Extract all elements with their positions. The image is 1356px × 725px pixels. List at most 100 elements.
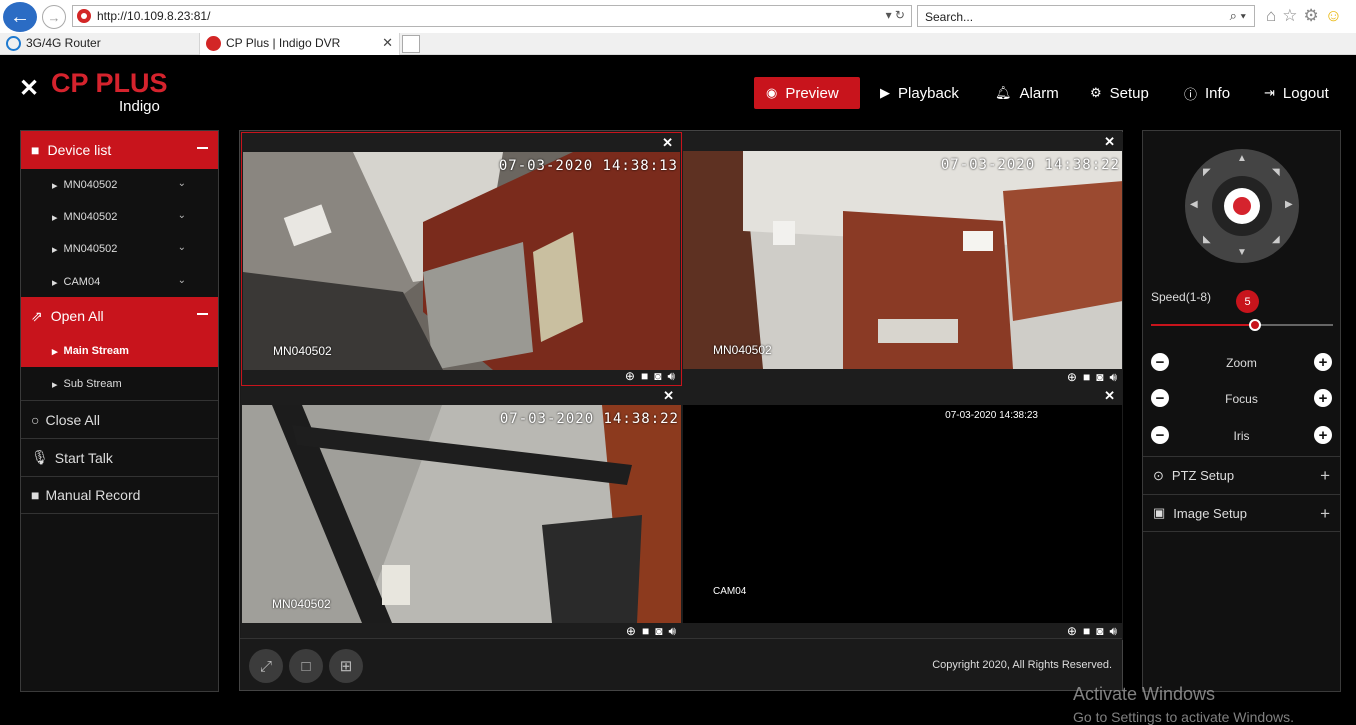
speed-slider[interactable] — [1151, 319, 1333, 331]
fullscreen-button[interactable]: ⤢ — [249, 649, 283, 683]
video-cell[interactable]: ✕ 07-03-2020 14:38:23 CAM04 ⊕ ■ ◙ 🔊︎ — [682, 386, 1123, 640]
copyright-text: Copyright 2020, All Rights Reserved. — [932, 659, 1112, 671]
close-all-button[interactable]: ○ Close All — [21, 400, 218, 438]
audio-icon[interactable]: 🔊︎ — [667, 369, 675, 384]
arrow-left-icon[interactable]: ◀ — [1190, 199, 1198, 210]
nav-logout[interactable]: ⇥ Logout — [1252, 77, 1341, 109]
snapshot-icon[interactable]: ◙ — [1096, 624, 1103, 639]
back-button[interactable]: ← — [3, 2, 37, 32]
zoom-in-button[interactable]: + — [1314, 353, 1332, 371]
refresh-icon[interactable]: ▾ ↻ — [886, 8, 905, 22]
arrow-right-icon[interactable]: ▶ — [1285, 199, 1293, 210]
ptz-center-button[interactable] — [1224, 188, 1260, 224]
device-list-header[interactable]: ■ Device list — [21, 131, 218, 169]
open-all-header[interactable]: ⇗ Open All — [21, 297, 218, 335]
site-favicon-icon — [77, 9, 91, 23]
activate-windows-subtitle: Go to Settings to activate Windows. — [1073, 709, 1294, 725]
tab-router[interactable]: 3G/4G Router — [0, 33, 200, 55]
search-input[interactable]: Search... ⌕ ▾ — [917, 5, 1255, 27]
zoom-in-icon[interactable]: ⊕ — [625, 369, 635, 384]
camera-image — [242, 405, 681, 623]
expand-icon[interactable]: + — [1320, 504, 1330, 524]
video-cell[interactable]: ✕ 07-03-2020 14:38:22 MN040502 ⊕ ■ ◙ 🔊︎ — [682, 132, 1123, 386]
sub-stream-item[interactable]: ▸ Sub Stream — [21, 368, 218, 400]
video-cell[interactable]: ✕ 07-03-2020 14:38:22 MN040502 ⊕ ■ ◙ 🔊︎ — [241, 386, 682, 640]
nav-info[interactable]: ⓘ Info — [1172, 77, 1242, 109]
nav-preview[interactable]: ◉ Preview — [754, 77, 860, 109]
device-item[interactable]: ▸ MN040502 ⌄ — [21, 233, 218, 265]
arrow-up-right-icon[interactable]: ◥ — [1272, 167, 1280, 178]
image-setup-section[interactable]: ▣ Image Setup + — [1143, 494, 1340, 532]
gear-icon[interactable]: ⚙ — [1304, 6, 1319, 26]
collapse-icon[interactable] — [197, 313, 208, 315]
arrow-up-left-icon[interactable]: ◤ — [1203, 167, 1211, 178]
logo-mark: ✕ — [19, 75, 40, 102]
zoom-in-icon[interactable]: ⊕ — [1067, 624, 1077, 639]
nav-setup[interactable]: ⚙ Setup — [1078, 77, 1161, 109]
start-talk-button[interactable]: 🎙︎ Start Talk — [21, 438, 218, 476]
audio-icon[interactable]: 🔊︎ — [1109, 624, 1117, 639]
sidebar: ■ Device list ▸ MN040502 ⌄ ▸ MN040502 ⌄ … — [20, 130, 219, 692]
home-icon[interactable]: ⌂ — [1266, 6, 1276, 26]
iris-plus-button[interactable]: + — [1314, 426, 1332, 444]
close-video-icon[interactable]: ✕ — [663, 388, 674, 404]
speed-slider-knob[interactable] — [1249, 319, 1261, 331]
zoom-in-icon[interactable]: ⊕ — [1067, 370, 1077, 385]
snapshot-icon[interactable]: ◙ — [1096, 370, 1103, 385]
browser-toolbar: ← → http://10.109.8.23:81/ ▾ ↻ Search...… — [0, 0, 1356, 33]
focus-plus-button[interactable]: + — [1314, 389, 1332, 407]
quad-view-button[interactable]: ⊞ — [329, 649, 363, 683]
address-bar[interactable]: http://10.109.8.23:81/ ▾ ↻ — [72, 5, 912, 27]
arrow-down-left-icon[interactable]: ◣ — [1203, 234, 1211, 245]
speed-slider-fill — [1151, 324, 1255, 326]
expand-icon[interactable]: + — [1320, 466, 1330, 486]
single-view-button[interactable]: □ — [289, 649, 323, 683]
audio-icon[interactable]: 🔊︎ — [1109, 370, 1117, 385]
ptz-setup-section[interactable]: ⊙ PTZ Setup + — [1143, 456, 1340, 494]
chevron-down-icon[interactable]: ⌄ — [178, 210, 186, 221]
device-item[interactable]: ▸ MN040502 ⌄ — [21, 201, 218, 233]
snapshot-icon[interactable]: ◙ — [654, 369, 661, 384]
arrow-down-icon[interactable]: ▼ — [1237, 247, 1247, 258]
forward-button[interactable]: → — [42, 5, 66, 29]
manual-record-button[interactable]: ■ Manual Record — [21, 476, 218, 514]
arrow-up-icon[interactable]: ▲ — [1237, 153, 1247, 164]
snapshot-icon[interactable]: ◙ — [655, 624, 662, 639]
close-video-icon[interactable]: ✕ — [1104, 388, 1115, 404]
chevron-down-icon[interactable]: ⌄ — [178, 242, 186, 253]
smiley-icon[interactable]: ☺ — [1325, 6, 1342, 26]
close-video-icon[interactable]: ✕ — [662, 135, 673, 151]
record-icon[interactable]: ■ — [642, 624, 649, 639]
zoom-in-icon[interactable]: ⊕ — [626, 624, 636, 639]
caret-right-icon: ▸ — [52, 276, 58, 289]
video-cell[interactable]: ✕ 07-03-2020 14:38:13 MN040502 ⊕ ■ ◙ 🔊︎ — [241, 132, 682, 386]
collapse-icon[interactable] — [197, 147, 208, 149]
camera-icon: ■ — [31, 142, 40, 158]
record-icon[interactable]: ■ — [1083, 370, 1090, 385]
device-item[interactable]: ▸ CAM04 ⌄ — [21, 266, 218, 298]
search-icon[interactable]: ⌕ ▾ — [1230, 8, 1246, 24]
single-window-icon: □ — [301, 657, 311, 675]
chevron-down-icon[interactable]: ⌄ — [178, 275, 186, 286]
audio-icon[interactable]: 🔊︎ — [668, 624, 676, 639]
new-tab-button[interactable] — [402, 35, 420, 53]
record-icon[interactable]: ■ — [1083, 624, 1090, 639]
record-icon[interactable]: ■ — [641, 369, 648, 384]
nav-alarm[interactable]: 🔔︎ Alarm — [983, 77, 1071, 109]
device-item[interactable]: ▸ MN040502 ⌄ — [21, 169, 218, 201]
tab-dvr[interactable]: CP Plus | Indigo DVR ✕ — [200, 33, 400, 55]
focus-label: Focus — [1225, 392, 1258, 406]
nav-preview-label: Preview — [785, 84, 839, 102]
close-tab-icon[interactable]: ✕ — [382, 35, 393, 51]
nav-playback[interactable]: ▶ Playback — [868, 77, 971, 109]
main-stream-item[interactable]: ▸ Main Stream — [21, 335, 218, 367]
arrow-down-right-icon[interactable]: ◢ — [1272, 234, 1280, 245]
camera-name-overlay: MN040502 — [272, 597, 331, 611]
video-timestamp: 07-03-2020 14:38:22 — [499, 411, 679, 427]
logo-sub: Indigo — [119, 98, 160, 115]
star-icon[interactable]: ☆ — [1282, 6, 1297, 26]
close-video-icon[interactable]: ✕ — [1104, 134, 1115, 150]
caret-right-icon: ▸ — [52, 179, 58, 192]
chevron-down-icon[interactable]: ⌄ — [178, 178, 186, 189]
ptz-direction-pad[interactable]: ▲ ▼ ◀ ▶ ◤ ◥ ◣ ◢ — [1185, 149, 1299, 263]
